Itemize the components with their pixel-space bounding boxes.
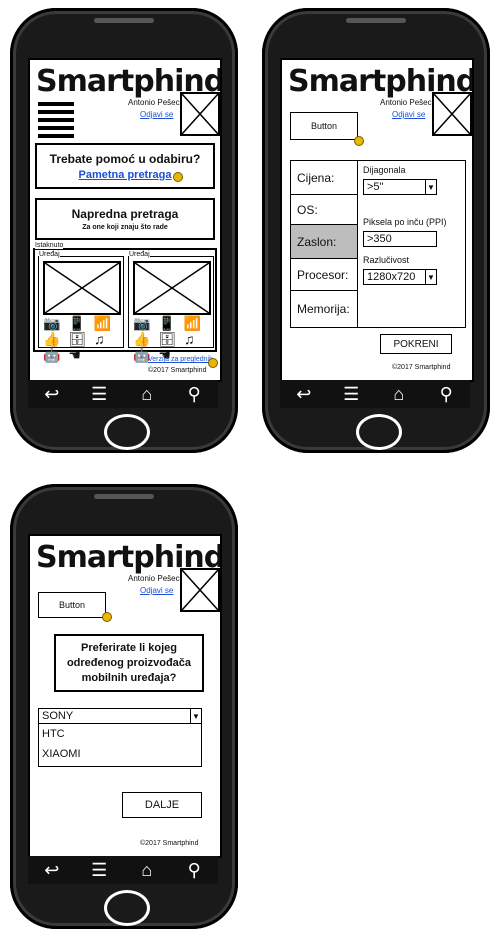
home-icon[interactable]: ⌂ <box>387 384 411 405</box>
advanced-subtitle: Za one koji znaju što rade <box>82 224 168 231</box>
diagonal-value: >5" <box>367 181 384 193</box>
author-name: Antonio Pešec <box>380 98 432 107</box>
search-icon[interactable]: ⚲ <box>182 384 206 405</box>
cursor-marker <box>102 612 112 622</box>
device-label: Uređaj <box>39 251 60 258</box>
nav-bar: ↩ ☰ ⌂ ⚲ <box>280 380 470 408</box>
advanced-title: Napredna pretraga <box>71 207 179 221</box>
manufacturer-question: Preferirate li kojeg određenog proizvođa… <box>66 641 192 684</box>
category-list: Cijena: OS: Zaslon: Procesor: Memorija: <box>291 161 358 327</box>
category-price[interactable]: Cijena: <box>291 161 357 195</box>
back-icon[interactable]: ↩ <box>292 384 316 405</box>
manufacturer-screen: Smartphind Antonio Pešec Odjavi se Butto… <box>28 534 222 858</box>
home-icon[interactable]: ⌂ <box>135 860 159 881</box>
manufacturer-question-panel: Preferirate li kojeg određenog proizvođa… <box>54 634 204 692</box>
home-button[interactable] <box>104 414 150 450</box>
resolution-select[interactable]: 1280x720 ▼ <box>363 269 437 285</box>
device-image-placeholder <box>43 261 121 315</box>
hamburger-menu-icon[interactable] <box>38 102 74 142</box>
search-icon[interactable]: ⚲ <box>182 860 206 881</box>
advanced-search-panel[interactable]: Napredna pretraga Za one koji znaju što … <box>35 198 215 240</box>
chevron-down-icon: ▼ <box>425 180 436 194</box>
copyright: ©2017 Smartphind <box>140 840 199 847</box>
cursor-marker <box>208 358 218 368</box>
device-label: Uređaj <box>129 251 150 258</box>
manufacturer-options: HTC XIAOMI <box>38 723 202 767</box>
featured-section: Istaknuto Uređaj 📷 📱 📶 👍 🗄 ♫ 🤖 ☚ Uređaj … <box>33 242 217 363</box>
copyright: ©2017 Smartphind <box>148 367 207 374</box>
smart-search-link[interactable]: Pametna pretraga <box>79 169 172 181</box>
cursor-marker <box>173 172 183 182</box>
resolution-value: 1280x720 <box>367 271 416 283</box>
manufacturer-selected: SONY <box>42 710 74 722</box>
feature-icons: 📷 📱 📶 👍 🗄 ♫ 🤖 ☚ <box>43 315 114 363</box>
featured-device-2[interactable]: Uređaj 📷 📱 📶 👍 🗄 ♫ 🤖 ☚ <box>128 251 214 363</box>
featured-label: Istaknuto <box>35 242 64 249</box>
diagonal-label: Dijagonala <box>363 165 406 175</box>
category-processor[interactable]: Procesor: <box>291 259 357 291</box>
author-name: Antonio Pešec <box>128 98 180 107</box>
help-title: Trebate pomoć u odabiru? <box>49 151 201 166</box>
profile-image-placeholder <box>180 568 220 612</box>
menu-icon[interactable]: ☰ <box>87 860 111 881</box>
next-button[interactable]: DALJE <box>122 792 202 818</box>
author-name: Antonio Pešec <box>128 574 180 583</box>
generic-button[interactable]: Button <box>38 592 106 618</box>
home-button[interactable] <box>104 890 150 926</box>
category-screen[interactable]: Zaslon: <box>291 225 357 259</box>
ppi-input[interactable]: >350 <box>363 231 437 247</box>
cursor-marker <box>354 136 364 146</box>
profile-image-placeholder <box>432 92 472 136</box>
logout-link[interactable]: Odjavi se <box>140 110 173 119</box>
device-image-placeholder <box>133 261 211 315</box>
option-xiaomi[interactable]: XIAOMI <box>42 748 81 760</box>
advanced-screen: Smartphind Antonio Pešec Odjavi se Butto… <box>280 58 474 382</box>
logout-link[interactable]: Odjavi se <box>140 586 173 595</box>
copyright: ©2017 Smartphind <box>392 364 451 371</box>
filter-panel: Cijena: OS: Zaslon: Procesor: Memorija: … <box>290 160 466 328</box>
phone-mockup-home: Smartphind Antonio Pešec Odjavi se Treba… <box>10 8 238 453</box>
home-screen: Smartphind Antonio Pešec Odjavi se Treba… <box>28 58 222 382</box>
ppi-label: Piksela po inču (PPI) <box>363 217 447 227</box>
menu-icon[interactable]: ☰ <box>87 384 111 405</box>
option-htc[interactable]: HTC <box>42 728 65 740</box>
smart-search-panel: Trebate pomoć u odabiru? Pametna pretrag… <box>35 143 215 189</box>
featured-device-1[interactable]: Uređaj 📷 📱 📶 👍 🗄 ♫ 🤖 ☚ <box>38 251 124 363</box>
category-memory[interactable]: Memorija: <box>291 291 357 327</box>
back-icon[interactable]: ↩ <box>40 860 64 881</box>
generic-button[interactable]: Button <box>290 112 358 140</box>
logout-link[interactable]: Odjavi se <box>392 110 425 119</box>
back-icon[interactable]: ↩ <box>40 384 64 405</box>
resolution-label: Razlučivost <box>363 255 410 265</box>
profile-image-placeholder <box>180 92 220 136</box>
chevron-down-icon: ▼ <box>425 270 436 284</box>
search-icon[interactable]: ⚲ <box>434 384 458 405</box>
phone-mockup-advanced: Smartphind Antonio Pešec Odjavi se Butto… <box>262 8 490 453</box>
category-os[interactable]: OS: <box>291 195 357 225</box>
home-button[interactable] <box>356 414 402 450</box>
chevron-down-icon: ▼ <box>190 709 201 723</box>
run-button[interactable]: POKRENI <box>380 334 452 354</box>
nav-bar: ↩ ☰ ⌂ ⚲ <box>28 380 218 408</box>
diagonal-select[interactable]: >5" ▼ <box>363 179 437 195</box>
ppi-value: >350 <box>367 233 392 245</box>
browser-version-link[interactable]: Verzija za preglednik <box>148 356 213 363</box>
nav-bar: ↩ ☰ ⌂ ⚲ <box>28 856 218 884</box>
phone-mockup-manufacturer: Smartphind Antonio Pešec Odjavi se Butto… <box>10 484 238 929</box>
menu-icon[interactable]: ☰ <box>339 384 363 405</box>
home-icon[interactable]: ⌂ <box>135 384 159 405</box>
manufacturer-select[interactable]: SONY ▼ <box>38 708 202 724</box>
